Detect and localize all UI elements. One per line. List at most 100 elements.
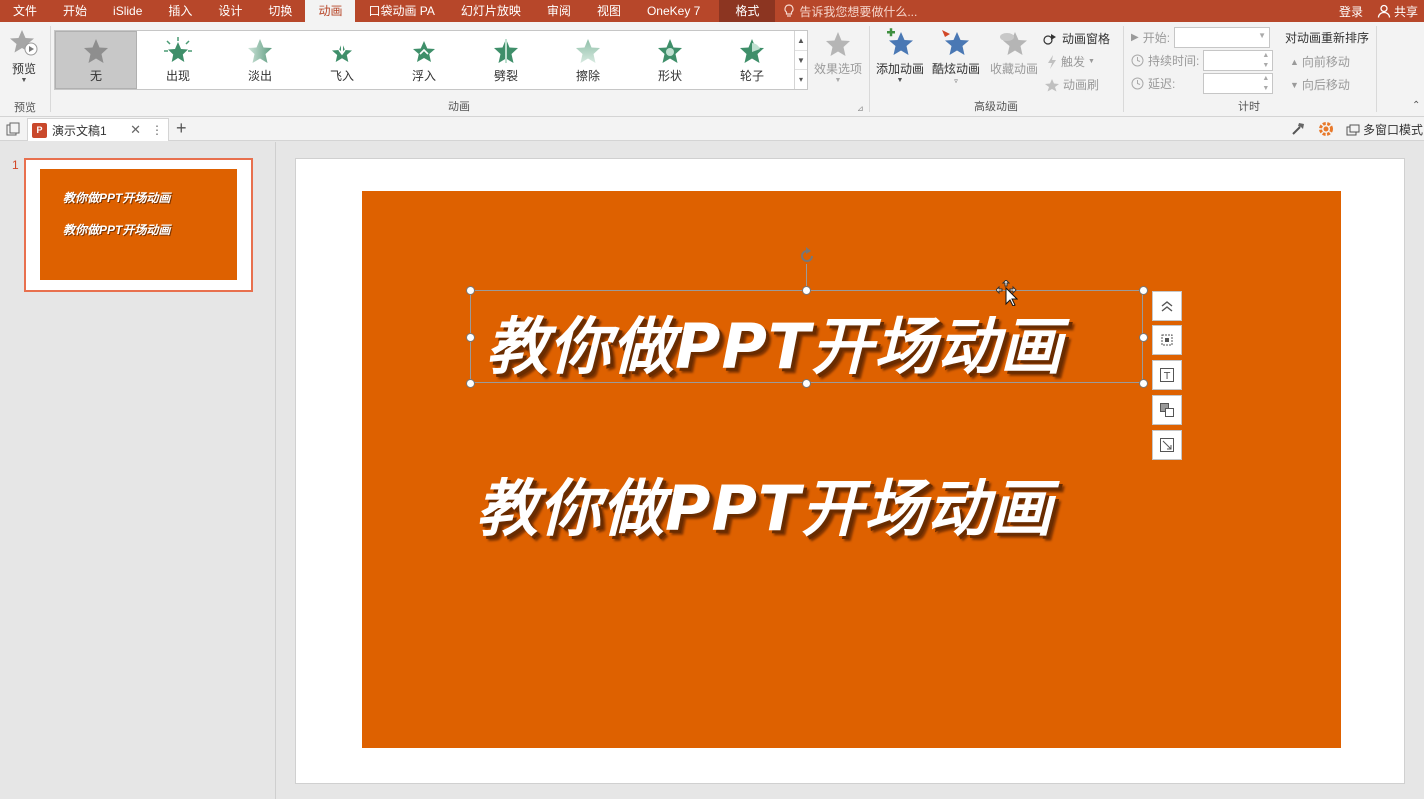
tab-insert[interactable]: 插入 (155, 0, 205, 22)
favorite-animation-button[interactable]: 收藏动画 (988, 28, 1040, 77)
trigger-label: 触发 (1061, 55, 1086, 69)
slide-number: 1 (12, 158, 19, 172)
collapse-up-button[interactable] (1152, 291, 1182, 321)
move-earlier-button[interactable]: ▲ 向前移动 (1290, 53, 1350, 70)
share-button[interactable]: 共享 (1377, 3, 1418, 20)
favorite-animation-star-icon (1000, 32, 1027, 55)
tab-file[interactable]: 文件 (0, 0, 50, 22)
slide-thumbnail[interactable]: 教你做PPT开场动画 教你做PPT开场动画 (24, 158, 253, 292)
align-center-button[interactable] (1152, 325, 1182, 355)
gallery-item-fade[interactable]: 淡出 (219, 31, 301, 89)
delay-spinner[interactable]: ▲ ▼ (1203, 73, 1274, 94)
rotate-handle-icon[interactable] (797, 246, 817, 266)
thumbnail-slide-background: 教你做PPT开场动画 教你做PPT开场动画 (40, 169, 237, 280)
preview-button[interactable]: 预览 ▼ (6, 28, 42, 84)
gallery-label: 形状 (657, 68, 682, 83)
play-icon: ▶ (1131, 32, 1139, 43)
effect-options-button[interactable]: 效果选项 ▼ (812, 30, 864, 84)
resize-handle-bottom-right[interactable] (1139, 379, 1148, 388)
close-icon[interactable]: ✕ (130, 122, 141, 138)
gallery-scroll-down-icon[interactable]: ▼ (795, 51, 807, 71)
spinner-arrows-icon[interactable]: ▲ ▼ (1262, 51, 1269, 71)
gallery-item-float-in[interactable]: 浮入 (383, 31, 465, 89)
gallery-item-shape[interactable]: 形状 (629, 31, 711, 89)
tab-review[interactable]: 审阅 (534, 0, 584, 22)
start-select[interactable]: ▼ (1174, 27, 1271, 48)
login-link[interactable]: 登录 (1339, 3, 1363, 20)
dialog-launcher-icon[interactable]: ⊿ (857, 104, 864, 113)
resize-corner-button[interactable] (1152, 430, 1182, 460)
timing-delay-row: 延迟: ▲ ▼ (1131, 73, 1274, 94)
divider (1376, 26, 1377, 112)
lightbulb-icon (784, 4, 794, 17)
tab-transitions[interactable]: 切换 (255, 0, 305, 22)
multi-window-label: 多窗口模式 (1363, 123, 1424, 137)
tell-me-text: 告诉我您想要做什么... (799, 4, 918, 19)
split-star-icon (494, 38, 518, 63)
resize-handle-bottom-left[interactable] (466, 379, 475, 388)
resize-handle-bottom[interactable] (802, 379, 811, 388)
duration-spinner[interactable]: ▲ ▼ (1203, 50, 1274, 71)
resize-handle-top-right[interactable] (1139, 286, 1148, 295)
tab-onekey[interactable]: OneKey 7 (634, 0, 713, 22)
gallery-scroll-up-icon[interactable]: ▲ (795, 31, 807, 51)
document-list-icon[interactable] (6, 122, 20, 136)
document-tab[interactable]: P 演示文稿1 ✕ ⋮ (27, 118, 169, 141)
appear-star-icon (164, 36, 192, 62)
move-later-button[interactable]: ▼ 向后移动 (1290, 76, 1350, 93)
trigger-button[interactable]: 触发 ▼ (1046, 53, 1095, 70)
gallery-item-none[interactable]: 无 (55, 31, 137, 89)
tab-design[interactable]: 设计 (205, 0, 255, 22)
new-tab-plus-icon[interactable]: + (176, 118, 187, 139)
animation-pane-button[interactable]: 动画窗格 (1043, 30, 1110, 47)
cool-animation-label: 酷炫动画 (931, 62, 980, 76)
gallery-label: 劈裂 (493, 68, 518, 83)
wipe-star-icon (576, 38, 600, 63)
tab-view[interactable]: 视图 (584, 0, 634, 22)
effect-options-label: 效果选项 (813, 62, 862, 76)
animation-painter-button[interactable]: 动画刷 (1044, 76, 1099, 93)
document-title: 演示文稿1 (52, 123, 107, 138)
tab-animations[interactable]: 动画 (305, 0, 356, 22)
animation-pane-icon (1043, 33, 1056, 45)
tab-slideshow[interactable]: 幻灯片放映 (448, 0, 534, 22)
dropdown-arrow-icon: ▿ (954, 78, 958, 85)
settings-tool-icon[interactable] (1290, 121, 1306, 137)
reorder-heading: 对动画重新排序 (1285, 31, 1370, 45)
resize-handle-left[interactable] (466, 333, 475, 342)
slide-title-text-2[interactable]: 教你做PPT开场动画 (476, 458, 1053, 548)
gear-icon[interactable] (1318, 121, 1334, 137)
ribbon: 预览 ▼ 预览 无 出现 淡出 飞入 浮入 劈裂 擦除 形状 轮子 ▲ ▼ ▾ … (0, 22, 1424, 117)
move-earlier-label: 向前移动 (1301, 55, 1350, 69)
spinner-arrows-icon[interactable]: ▲ ▼ (1262, 74, 1269, 94)
add-animation-button[interactable]: 添加动画 ▼ (874, 28, 926, 84)
gallery-scrollbar[interactable]: ▲ ▼ ▾ (794, 31, 807, 89)
more-options-icon[interactable]: ⋮ (146, 123, 168, 137)
gallery-item-fly-in[interactable]: 飞入 (301, 31, 383, 89)
tab-pocket-animation[interactable]: 口袋动画 PA (355, 0, 447, 22)
resize-handle-right[interactable] (1139, 333, 1148, 342)
document-tab-strip: P 演示文稿1 ✕ ⋮ + 多窗口模式 (0, 117, 1424, 141)
float-in-star-icon (413, 40, 435, 62)
arrange-layers-button[interactable] (1152, 395, 1182, 425)
preview-label: 预览 (11, 62, 36, 76)
gallery-item-split[interactable]: 劈裂 (465, 31, 547, 89)
text-box-button[interactable]: T (1152, 360, 1182, 390)
gallery-item-wipe[interactable]: 擦除 (547, 31, 629, 89)
cool-animation-button[interactable]: 酷炫动画 ▿ (930, 28, 982, 85)
resize-handle-top[interactable] (802, 286, 811, 295)
resize-handle-top-left[interactable] (466, 286, 475, 295)
gallery-more-icon[interactable]: ▾ (795, 70, 807, 89)
tab-home[interactable]: 开始 (50, 0, 100, 22)
gallery-item-wheel[interactable]: 轮子 (711, 31, 793, 89)
tab-islide[interactable]: iSlide (100, 0, 155, 22)
collapse-ribbon-icon[interactable]: ⌃ (1412, 100, 1420, 111)
text-box-selection[interactable] (470, 290, 1143, 383)
dropdown-arrow-icon: ▼ (834, 77, 842, 84)
gallery-item-appear[interactable]: 出现 (137, 31, 219, 89)
multi-window-button[interactable]: 多窗口模式 (1346, 121, 1423, 138)
up-triangle-icon: ▲ (1290, 56, 1299, 67)
tab-format[interactable]: 格式 (719, 0, 776, 22)
tell-me-search[interactable]: 告诉我您想要做什么... (783, 3, 917, 20)
preview-group-label: 预览 (14, 102, 36, 114)
